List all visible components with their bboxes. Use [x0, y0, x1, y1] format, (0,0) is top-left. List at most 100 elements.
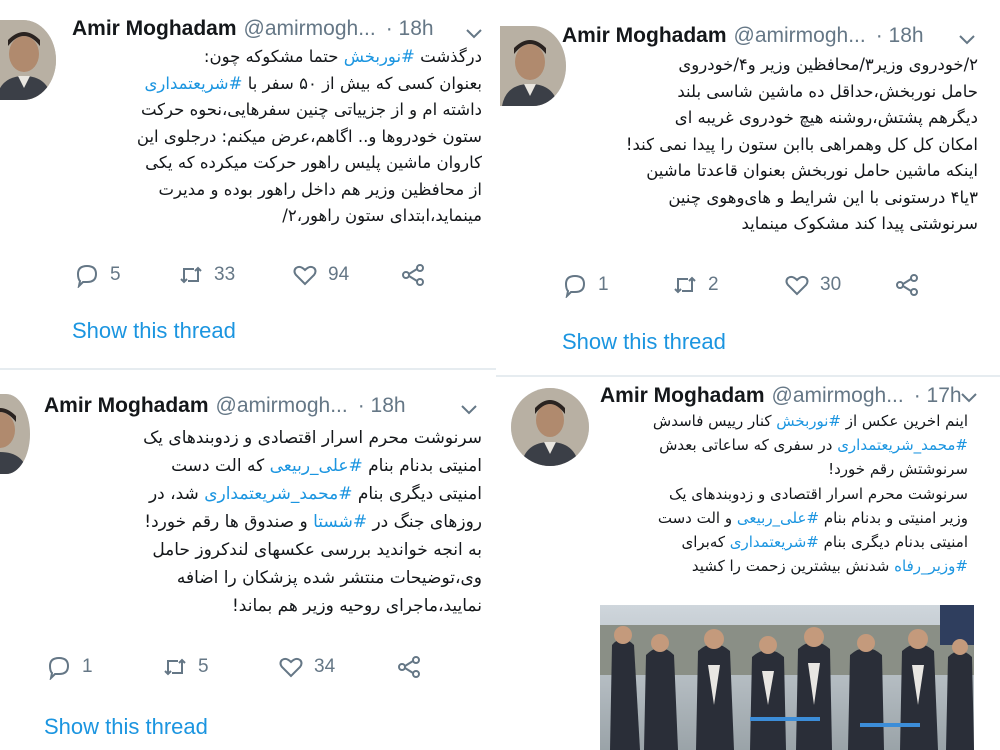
retweet-count: 5 [198, 656, 209, 677]
timestamp[interactable]: · 18h [386, 17, 434, 41]
share-icon [402, 264, 424, 286]
share-button[interactable] [400, 262, 426, 288]
show-thread-link[interactable]: Show this thread [44, 714, 208, 740]
share-button[interactable] [396, 654, 422, 680]
tweet-text-segment: کنار رییس فاسدش [652, 412, 777, 430]
avatar-photo [0, 394, 30, 474]
retweet-count: 2 [708, 274, 719, 295]
reply-button[interactable]: 1 [46, 654, 93, 680]
tweet-text-segment: از محافظین وزیر هم داخل راهور بوده و مدی… [158, 179, 482, 199]
share-button[interactable] [894, 272, 920, 298]
tweet-text-segment: روزهای جنگ در [367, 512, 482, 532]
hashtag-link[interactable]: #وزیر_رفاه [894, 557, 968, 575]
heart-icon [785, 275, 809, 296]
share-icon [398, 656, 420, 678]
reply-button[interactable]: 1 [562, 272, 609, 298]
tweet-text-segment: درگذشت [414, 47, 482, 66]
tweet-line: امکان کل کل وهمراهی باابن ستون را پیدا ن… [558, 132, 978, 159]
author-name[interactable]: Amir Moghadam [72, 17, 237, 41]
reply-icon [564, 274, 586, 298]
avatar[interactable] [0, 394, 30, 474]
tweet-line: داشته ام و از جزییاتی چنین سفرهایی،نحوه … [62, 97, 482, 124]
tweet-line: حامل نوربخش،حداقل ده ماشین شاسی بلند [558, 79, 978, 106]
time-label: 18h [888, 24, 924, 47]
tweet-text-segment: اینکه ماشین حامل نوربخش بعنوان قاعدتا ما… [646, 161, 978, 180]
tweet-line: امنیتی بدنام دیگری بنام #شریعتمداری که‌ب… [588, 530, 968, 554]
hashtag-link[interactable]: #محمد_شریعتمداری [837, 436, 968, 454]
hashtag-link[interactable]: #محمد_شریعتمداری [204, 484, 352, 504]
retweet-button[interactable]: 2 [672, 272, 719, 298]
tweet-text-segment: سرنوشت محرم اسرار اقتصادی و زدوبندهای یک [143, 428, 482, 448]
hashtag-link[interactable]: #علی_ربیعی [270, 456, 363, 476]
reply-count: 1 [598, 274, 609, 295]
tweet-line: امنیتی بدنام بنام #علی_ربیعی که الت دست [32, 452, 482, 480]
tweet-line: روزهای جنگ در #شستا و صندوق ها رقم خورد! [32, 508, 482, 536]
author-handle[interactable]: @amirmogh... [772, 384, 904, 408]
hashtag-link[interactable]: #نوربخش [344, 47, 415, 66]
tweet-card[interactable]: Amir Moghadam @amirmogh... · 18h درگذشت … [0, 0, 496, 368]
author-name[interactable]: Amir Moghadam [600, 384, 765, 408]
avatar[interactable] [500, 26, 566, 106]
chevron-down-icon[interactable] [958, 33, 976, 47]
tweet-line: ۲/خودروی وزیر۳/محافظین وزیر و۴/خودروی [558, 52, 978, 79]
tweet-text-segment: کاروان ماشین پلیس راهور حرکت میکرده که ی… [145, 153, 482, 172]
author-handle[interactable]: @amirmogh... [244, 17, 376, 41]
like-count: 30 [820, 274, 842, 295]
retweet-button[interactable]: 5 [162, 654, 209, 680]
tweet-text-segment: وزیر امنیتی و بدنام بنام [819, 508, 968, 527]
tweet-text-segment: که‌برای [681, 533, 730, 552]
author-name[interactable]: Amir Moghadam [44, 394, 209, 418]
tweet-line: سرنوشت محرم اسرار اقتصادی و زدوبندهای یک [588, 482, 968, 506]
hashtag-link[interactable]: #شریعتمداری [730, 533, 819, 551]
like-button[interactable]: 34 [278, 654, 335, 680]
like-count: 94 [328, 264, 350, 285]
heart-icon [279, 657, 303, 678]
time-separator: · [357, 394, 365, 417]
hashtag-link[interactable]: #نوربخش [776, 412, 841, 430]
reply-button[interactable]: 5 [74, 262, 121, 288]
retweet-icon [180, 266, 202, 284]
tweet-text-segment: حتما مشکوکه چون: [203, 47, 344, 66]
tweet-text-segment: مینماید،ابتدای ستون راهور،۲/ [282, 206, 482, 225]
chevron-down-icon[interactable] [465, 27, 483, 41]
tweet-line: دیگرهم پشتش،روشنه هیچ خودروی غریبه ای [558, 105, 978, 132]
photo-image [600, 605, 974, 750]
tweet-text-segment: داشته ام و از جزییاتی چنین سفرهایی،نحوه … [140, 100, 482, 119]
hashtag-link[interactable]: #شستا [313, 512, 367, 532]
divider [0, 368, 496, 370]
retweet-button[interactable]: 33 [178, 262, 235, 288]
show-thread-link[interactable]: Show this thread [72, 318, 236, 344]
share-icon [896, 274, 918, 296]
tweet-actions: 1 2 30 [562, 272, 932, 302]
avatar[interactable] [0, 20, 56, 100]
timestamp[interactable]: · 18h [876, 24, 924, 48]
tweet-card[interactable]: Amir Moghadam @amirmogh... · 18h سرنوشت … [0, 372, 496, 750]
timestamp[interactable]: · 17h [914, 384, 962, 408]
tweet-text-segment: ۳یا۴ درستونی با این شرایط و های‌وهوی چنی… [668, 187, 978, 207]
time-label: 18h [370, 394, 406, 417]
tweet-line: کاروان ماشین پلیس راهور حرکت میکرده که ی… [62, 150, 482, 177]
like-button[interactable]: 94 [292, 262, 349, 288]
tweet-text-segment: سرنوشتش رقم خورد! [828, 460, 968, 479]
time-separator: · [913, 384, 921, 407]
tweet-text: سرنوشت محرم اسرار اقتصادی و زدوبندهای یک… [32, 424, 482, 620]
tweet-text-segment: شدنش بیشترین زحمت را کشید [691, 557, 895, 576]
heart-icon [293, 265, 317, 286]
author-handle[interactable]: @amirmogh... [216, 394, 348, 418]
avatar-photo [0, 20, 56, 100]
author-name[interactable]: Amir Moghadam [562, 24, 727, 48]
chevron-down-icon[interactable] [960, 391, 978, 405]
tweet-card[interactable]: Amir Moghadam @amirmogh... · 18h ۲/خودرو… [496, 0, 1000, 372]
avatar[interactable] [511, 388, 589, 466]
timestamp[interactable]: · 18h [358, 394, 406, 418]
like-button[interactable]: 30 [784, 272, 841, 298]
hashtag-link[interactable]: #علی_ربیعی [737, 509, 819, 527]
show-thread-link[interactable]: Show this thread [562, 329, 726, 355]
tweet-photo[interactable] [600, 605, 974, 750]
tweet-card[interactable]: Amir Moghadam @amirmogh... · 17h اینم اخ… [500, 377, 1000, 750]
author-handle[interactable]: @amirmogh... [734, 24, 866, 48]
hashtag-link[interactable]: #شریعتمداری [145, 74, 243, 93]
tweet-text-segment: و صندوق ها رقم خورد! [144, 512, 314, 532]
tweet-text-segment: امکان کل کل وهمراهی باابن ستون را پیدا ن… [625, 134, 978, 154]
chevron-down-icon[interactable] [460, 403, 478, 417]
